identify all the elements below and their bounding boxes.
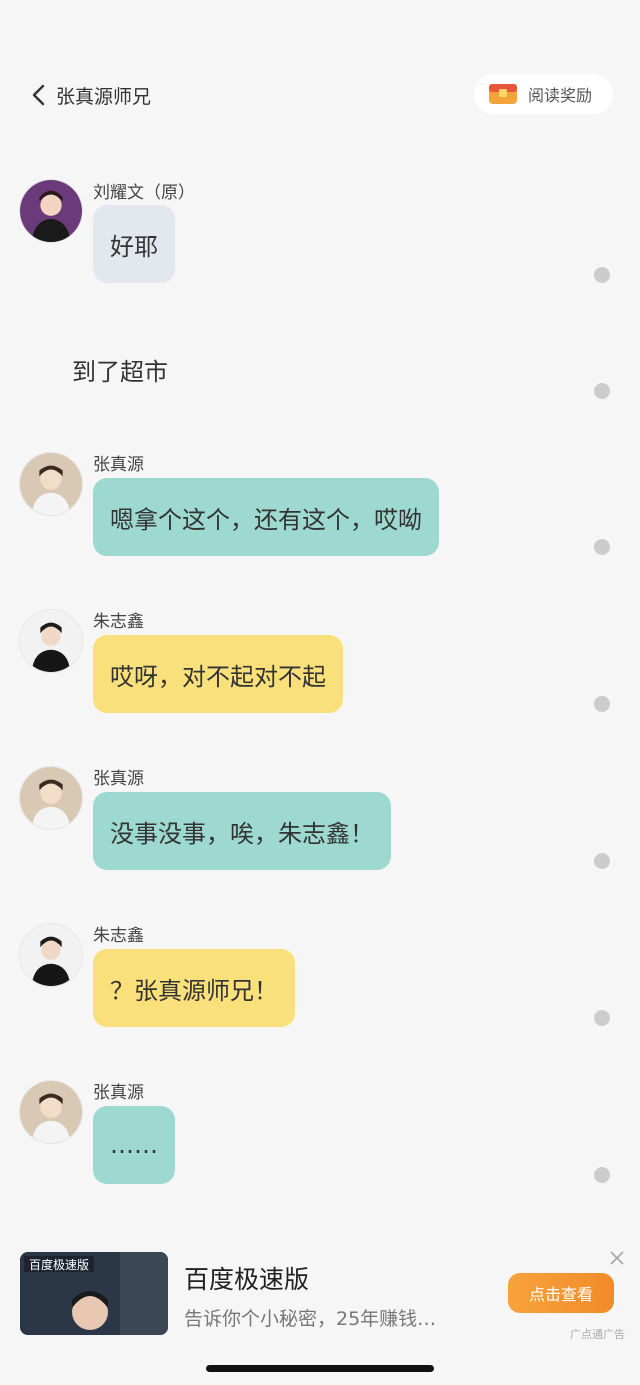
chat-message: 张真源 ……: [0, 1078, 640, 1188]
sender-name: 张真源: [93, 769, 144, 789]
sender-name: 朱志鑫: [93, 612, 144, 632]
message-text: 哎呀，对不起对不起: [110, 662, 326, 691]
paragraph-comment-dot[interactable]: [594, 539, 610, 555]
reading-reward-button[interactable]: 阅读奖励: [474, 74, 613, 114]
sender-name: 张真源: [93, 455, 144, 475]
message-text: 没事没事，唉，朱志鑫！: [110, 819, 374, 848]
message-bubble[interactable]: 嗯拿个这个，还有这个，哎呦: [93, 478, 439, 556]
avatar[interactable]: [19, 1080, 83, 1144]
ad-banner[interactable]: 百度极速版 百度极速版 告诉你个小秘密，25年赚钱… 点击查看 广点通广告: [0, 1240, 640, 1350]
reading-reward-label: 阅读奖励: [528, 86, 593, 105]
ad-source-label: 广点通广告: [570, 1328, 625, 1341]
paragraph-comment-dot[interactable]: [594, 1010, 610, 1026]
message-bubble[interactable]: ……: [93, 1106, 175, 1184]
paragraph-comment-dot[interactable]: [594, 383, 610, 399]
ad-thumb-caption: 百度极速版: [29, 1257, 89, 1272]
narration-message: 到了超市: [0, 350, 640, 410]
top-bar: 张真源师兄 阅读奖励: [0, 0, 640, 140]
avatar[interactable]: [19, 179, 83, 243]
paragraph-comment-dot[interactable]: [594, 267, 610, 283]
chat-message: 朱志鑫 ？张真源师兄！: [0, 921, 640, 1031]
message-text: ？张真源师兄！: [110, 976, 278, 1005]
message-bubble[interactable]: 哎呀，对不起对不起: [93, 635, 343, 713]
avatar[interactable]: [19, 923, 83, 987]
paragraph-comment-dot[interactable]: [594, 696, 610, 712]
avatar[interactable]: [19, 609, 83, 673]
message-bubble[interactable]: 没事没事，唉，朱志鑫！: [93, 792, 391, 870]
chat-message: 张真源 嗯拿个这个，还有这个，哎呦: [0, 450, 640, 560]
sender-name: 张真源: [93, 1083, 144, 1103]
message-bubble[interactable]: ？张真源师兄！: [93, 949, 295, 1027]
home-indicator[interactable]: [206, 1365, 434, 1372]
message-text: ……: [110, 1131, 158, 1159]
chat-message: 刘耀文（原） 好耶: [0, 178, 640, 288]
chat-title: 张真源师兄: [56, 85, 152, 108]
treasure-chest-icon: [489, 84, 517, 104]
sender-name: 刘耀文（原）: [93, 183, 195, 203]
message-text: 好耶: [110, 232, 158, 261]
ad-thumbnail[interactable]: 百度极速版: [20, 1252, 168, 1335]
avatar[interactable]: [19, 766, 83, 830]
paragraph-comment-dot[interactable]: [594, 853, 610, 869]
sender-name: 朱志鑫: [93, 926, 144, 946]
close-icon[interactable]: [609, 1250, 625, 1266]
chevron-left-icon: [32, 84, 45, 106]
paragraph-comment-dot[interactable]: [594, 1167, 610, 1183]
ad-view-button[interactable]: 点击查看: [508, 1273, 614, 1313]
ad-description: 告诉你个小秘密，25年赚钱…: [184, 1308, 437, 1330]
message-bubble[interactable]: 好耶: [93, 205, 175, 283]
avatar[interactable]: [19, 452, 83, 516]
message-text: 嗯拿个这个，还有这个，哎呦: [110, 505, 422, 534]
chat-message: 朱志鑫 哎呀，对不起对不起: [0, 607, 640, 717]
narration-text: 到了超市: [72, 358, 168, 386]
chat-message: 张真源 没事没事，唉，朱志鑫！: [0, 764, 640, 874]
ad-title: 百度极速版: [184, 1265, 310, 1294]
back-button[interactable]: 张真源师兄: [30, 78, 170, 112]
